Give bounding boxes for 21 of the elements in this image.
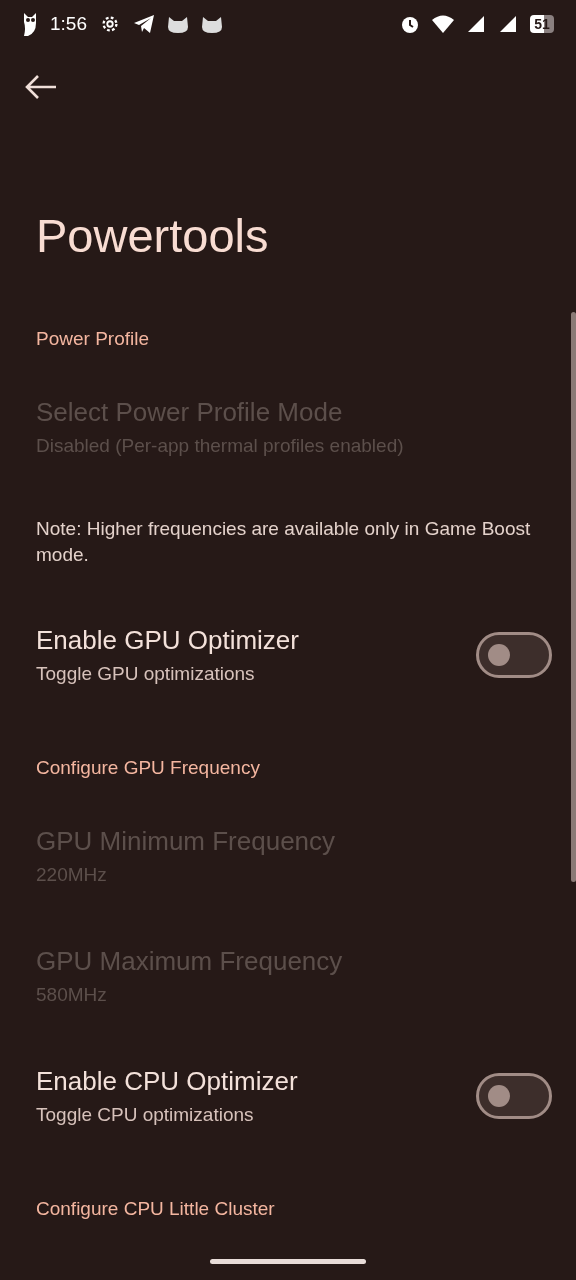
setting-summary: Toggle GPU optimizations <box>36 662 255 686</box>
cat-icon <box>167 15 189 33</box>
toggle-switch[interactable] <box>476 632 552 678</box>
paper-plane-icon <box>133 14 155 34</box>
cat-icon <box>201 15 223 33</box>
battery-indicator: 51 <box>530 15 554 33</box>
setting-summary: Toggle CPU optimizations <box>36 1103 254 1127</box>
signal-icon <box>498 14 518 34</box>
setting-title[interactable]: Enable GPU Optimizer <box>36 624 299 656</box>
wifi-icon <box>432 15 454 33</box>
page-title: Powertools <box>36 208 270 264</box>
signal-icon <box>466 14 486 34</box>
owl-icon <box>22 11 38 37</box>
note-text: Note: Higher frequencies are available only in Game Boost mode. <box>36 517 532 567</box>
section-header: Power Profile <box>36 328 149 349</box>
toggle-switch[interactable] <box>476 1073 552 1119</box>
clock: 1:56 <box>50 13 87 35</box>
section-header: Configure CPU Little Cluster <box>36 1198 275 1219</box>
setting-title[interactable]: Enable CPU Optimizer <box>36 1065 298 1097</box>
alarm-icon <box>400 14 420 34</box>
section-header: Configure GPU Frequency <box>36 757 260 778</box>
